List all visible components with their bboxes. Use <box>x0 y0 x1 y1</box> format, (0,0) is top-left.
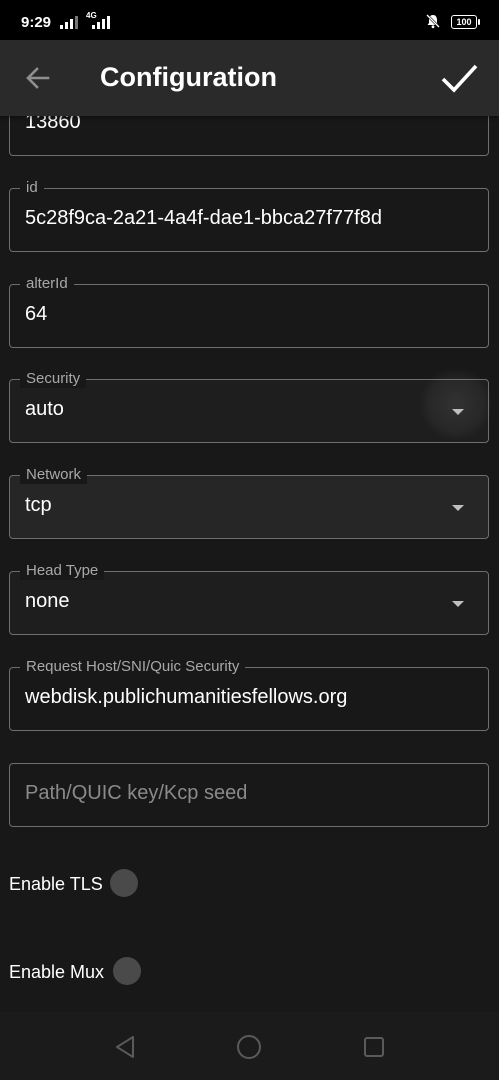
arrow-back-icon[interactable] <box>24 64 52 92</box>
system-nav-bar <box>0 1012 499 1080</box>
id-value[interactable]: 5c28f9ca-2a21-4a4f-dae1-bbca27f77f8d <box>25 207 382 230</box>
tls-toggle-row[interactable]: Enable TLS <box>9 867 149 901</box>
mux-switch[interactable] <box>113 957 141 985</box>
dropdown-arrow-icon <box>452 505 464 511</box>
config-form: 13860 id 5c28f9ca-2a21-4a4f-dae1-bbca27f… <box>0 116 499 1012</box>
tls-switch[interactable] <box>110 869 138 897</box>
head-type-dropdown[interactable]: Head Type none <box>9 562 489 635</box>
network-label: Network <box>20 466 88 484</box>
request-host-field[interactable]: Request Host/SNI/Quic Security webdisk.p… <box>9 658 489 731</box>
alter-id-label: alterId <box>20 275 74 293</box>
status-time: 9:29 <box>21 14 52 31</box>
signal-2-icon <box>92 16 110 29</box>
path-field[interactable]: Path/QUIC key/Kcp seed <box>9 763 489 827</box>
nav-home-icon[interactable] <box>236 1034 262 1060</box>
port-field[interactable]: 13860 <box>9 116 489 156</box>
alter-id-value[interactable]: 64 <box>25 303 47 326</box>
request-host-value[interactable]: webdisk.publichumanitiesfellows.org <box>25 686 347 709</box>
mux-toggle-row[interactable]: Enable Mux <box>9 955 149 989</box>
alter-id-field[interactable]: alterId 64 <box>9 275 489 348</box>
signal-icon <box>60 16 78 29</box>
port-value[interactable]: 13860 <box>25 116 81 134</box>
page-title: Configuration <box>100 62 277 92</box>
status-bar: 9:29 4G 100 <box>0 0 499 40</box>
nav-recents-icon[interactable] <box>361 1034 387 1060</box>
nav-back-icon[interactable] <box>112 1034 138 1060</box>
app-bar: Configuration <box>0 40 499 116</box>
mux-toggle-label: Enable Mux <box>9 962 105 982</box>
path-placeholder[interactable]: Path/QUIC key/Kcp seed <box>25 782 247 805</box>
network-dropdown[interactable]: Network tcp <box>9 466 489 539</box>
tls-toggle-label: Enable TLS <box>9 874 103 894</box>
network-value: tcp <box>25 494 52 516</box>
security-dropdown[interactable]: Security auto <box>9 368 492 443</box>
dropdown-arrow-icon <box>452 601 464 607</box>
touch-ripple <box>420 368 492 440</box>
request-host-label: Request Host/SNI/Quic Security <box>20 658 246 676</box>
head-type-value: none <box>25 590 70 612</box>
head-type-label: Head Type <box>20 562 105 580</box>
dropdown-arrow-icon <box>452 409 464 415</box>
battery-indicator: 100 <box>451 15 480 29</box>
id-field[interactable]: id 5c28f9ca-2a21-4a4f-dae1-bbca27f77f8d <box>9 179 489 252</box>
security-value: auto <box>25 398 64 420</box>
mute-bell-icon <box>426 14 440 29</box>
security-label: Security <box>20 370 87 388</box>
id-label: id <box>20 179 44 197</box>
check-icon[interactable] <box>439 60 479 96</box>
